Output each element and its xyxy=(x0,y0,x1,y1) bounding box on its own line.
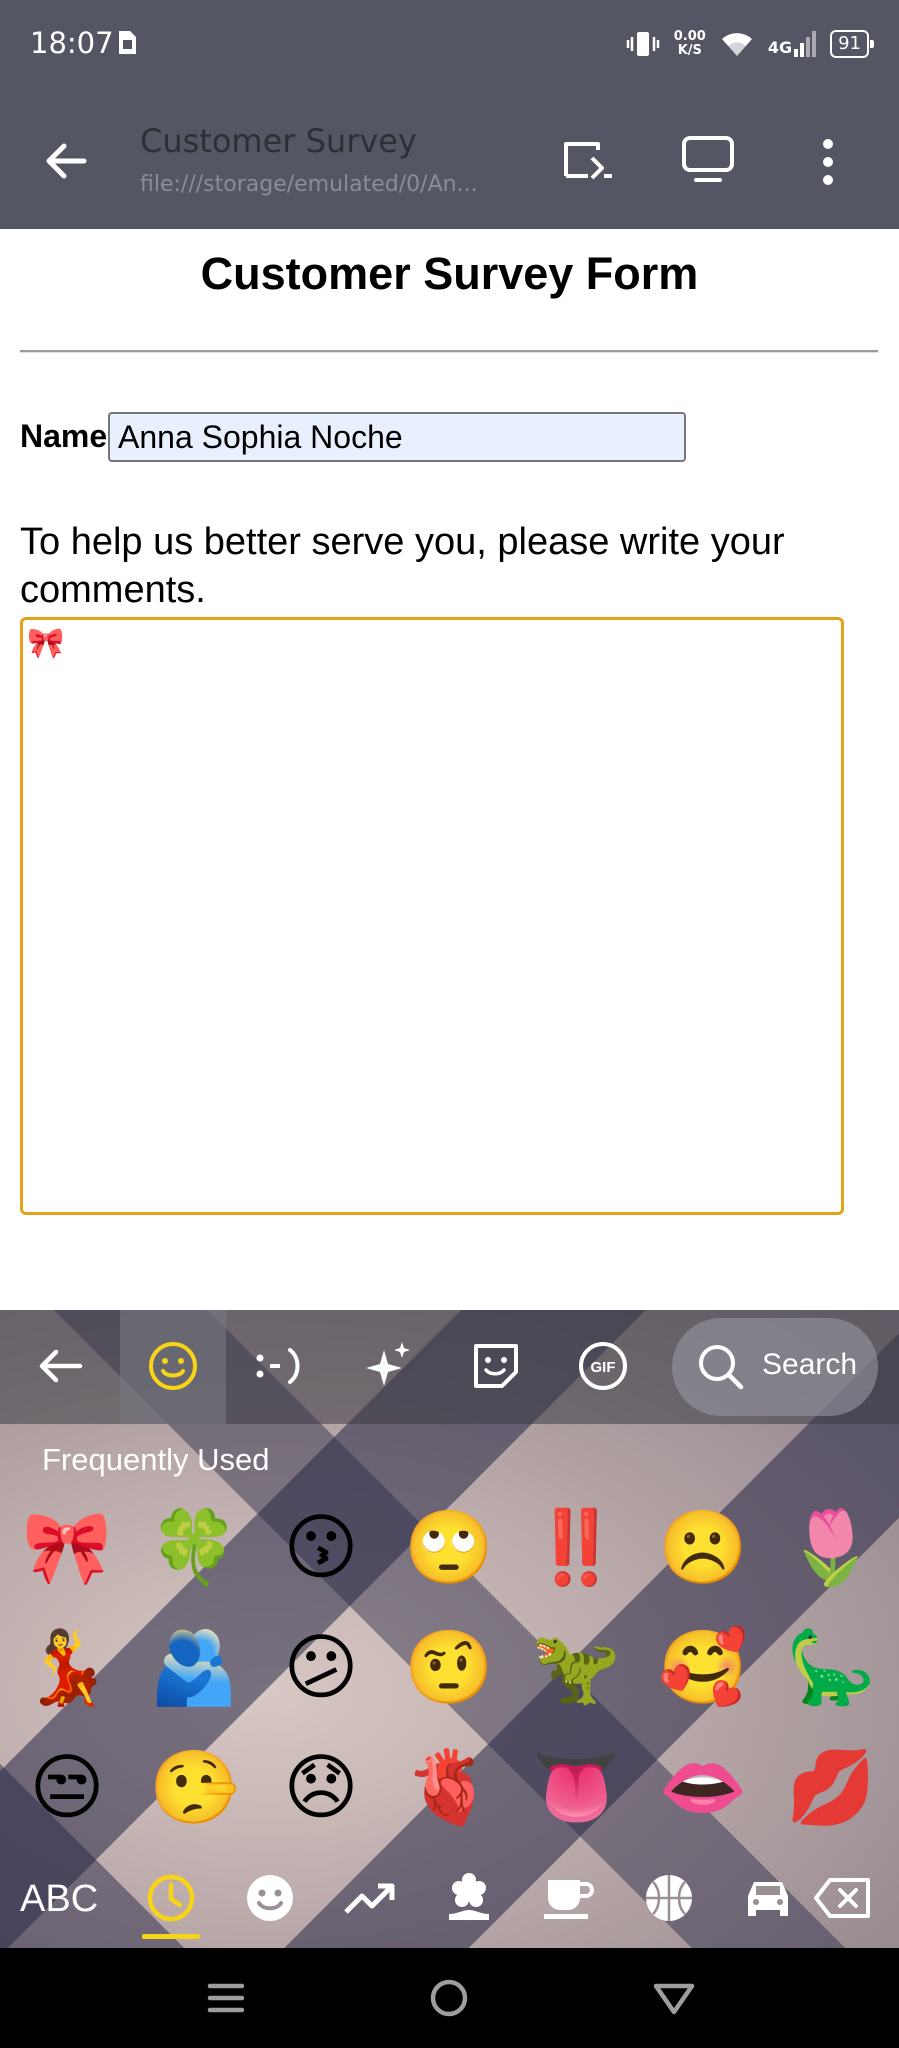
net-speed-value: 0.00 xyxy=(673,29,706,44)
nature-flower-icon[interactable] xyxy=(441,1870,497,1926)
divider xyxy=(20,350,878,353)
comments-textarea[interactable]: 🎀 xyxy=(20,617,844,1215)
home-circle-icon[interactable] xyxy=(421,1970,477,2026)
emoji-tab-icon[interactable] xyxy=(145,1338,201,1394)
emoji-key[interactable]: 🦕 xyxy=(776,1612,886,1722)
sim-card-icon xyxy=(119,31,136,54)
emoji-key[interactable]: 🙄 xyxy=(394,1492,504,1602)
recents-menu-icon[interactable] xyxy=(198,1970,254,2026)
emoji-key[interactable]: 💃 xyxy=(12,1612,122,1722)
emoji-key[interactable]: 🫀 xyxy=(394,1732,504,1842)
gif-tab-icon[interactable]: GIF xyxy=(575,1338,631,1394)
emoticon-tab-icon[interactable] xyxy=(252,1338,308,1394)
food-cup-icon[interactable] xyxy=(540,1870,596,1926)
emoji-key[interactable]: 🤨 xyxy=(394,1612,504,1722)
app-bar: Customer Survey file:///storage/emulated… xyxy=(0,92,899,229)
status-bar: 18:07 0.00 K/S 4G 91 xyxy=(0,0,899,92)
keyboard-toolbar: GIF Search xyxy=(0,1310,899,1424)
cell-signal-icon: 4G xyxy=(767,31,817,57)
emoji-key[interactable]: ☹️ xyxy=(648,1492,758,1602)
emoji-key[interactable]: 😗 xyxy=(266,1492,376,1602)
vibrate-icon xyxy=(626,32,659,56)
back-arrow-icon[interactable] xyxy=(40,136,90,186)
recent-clock-icon[interactable] xyxy=(143,1870,199,1926)
keyboard-back-icon[interactable] xyxy=(32,1338,88,1394)
emoji-key[interactable]: 😞 xyxy=(266,1732,376,1842)
emoji-key[interactable]: 🍀 xyxy=(139,1492,249,1602)
net-speed: 0.00 K/S xyxy=(674,30,706,58)
backspace-icon[interactable] xyxy=(812,1870,874,1926)
system-nav-bar xyxy=(0,1948,899,2048)
emoji-key[interactable]: ‼️ xyxy=(521,1492,631,1602)
emoji-key[interactable]: 🦖 xyxy=(521,1612,631,1722)
wifi-icon xyxy=(721,33,752,56)
status-icons: 0.00 K/S 4G 91 xyxy=(626,24,874,64)
emoji-key[interactable]: 😒 xyxy=(12,1732,122,1842)
trending-icon[interactable] xyxy=(342,1870,398,1926)
emoji-category-bar: ABC xyxy=(0,1850,899,1948)
emoji-row: 😒 🤥 😞 🫀 👅 👄 💋 xyxy=(0,1732,899,1852)
activity-ball-icon[interactable] xyxy=(641,1870,697,1926)
emoji-key[interactable]: 💋 xyxy=(776,1732,886,1842)
network-type: 4G xyxy=(767,38,793,57)
emoji-key[interactable]: 🫂 xyxy=(139,1612,249,1722)
status-time: 18:07 xyxy=(30,26,114,60)
emoji-key[interactable]: 👅 xyxy=(521,1732,631,1842)
page-url: file:///storage/emulated/0/An... xyxy=(140,172,478,197)
sticker-tab-icon[interactable] xyxy=(468,1338,524,1394)
desktop-mode-icon[interactable] xyxy=(680,134,736,186)
emoji-key[interactable]: 👄 xyxy=(648,1732,758,1842)
svg-text:GIF: GIF xyxy=(591,1359,616,1376)
battery-indicator: 91 xyxy=(830,30,874,58)
form-title: Customer Survey Form xyxy=(200,248,699,299)
abc-key[interactable]: ABC xyxy=(20,1878,98,1921)
emoji-row: 💃 🫂 😕 🤨 🦖 🥰 🦕 xyxy=(0,1612,899,1732)
page-title: Customer Survey xyxy=(140,122,417,160)
travel-car-icon[interactable] xyxy=(740,1870,796,1926)
more-options-icon[interactable] xyxy=(808,136,848,188)
emoji-key[interactable]: 🎀 xyxy=(12,1492,122,1602)
emoji-key[interactable]: 🥰 xyxy=(648,1612,758,1722)
smileys-icon[interactable] xyxy=(242,1870,298,1926)
comments-prompt: To help us better serve you, please writ… xyxy=(20,521,785,611)
search-label: Search xyxy=(762,1348,858,1381)
signal-bars-icon xyxy=(794,31,817,57)
name-field[interactable] xyxy=(108,412,686,462)
emoji-key[interactable]: 🤥 xyxy=(139,1732,249,1842)
open-in-icon[interactable] xyxy=(560,136,616,186)
search-icon xyxy=(699,1345,744,1390)
emoji-row: 🎀 🍀 😗 🙄 ‼️ ☹️ 🌷 xyxy=(0,1492,899,1612)
name-label: Name xyxy=(20,418,108,454)
sparkles-tab-icon[interactable] xyxy=(360,1338,416,1394)
back-triangle-icon[interactable] xyxy=(646,1970,702,2026)
emoji-search-button[interactable]: Search xyxy=(672,1318,878,1416)
section-label: Frequently Used xyxy=(42,1442,270,1477)
emoji-key[interactable]: 😕 xyxy=(266,1612,376,1722)
net-speed-unit: K/S xyxy=(677,43,702,58)
emoji-key[interactable]: 🌷 xyxy=(776,1492,886,1602)
emoji-keyboard: GIF Search Frequently Used 🎀 🍀 😗 🙄 ‼️ ☹️… xyxy=(0,1310,899,1948)
active-category-underline xyxy=(142,1934,200,1939)
